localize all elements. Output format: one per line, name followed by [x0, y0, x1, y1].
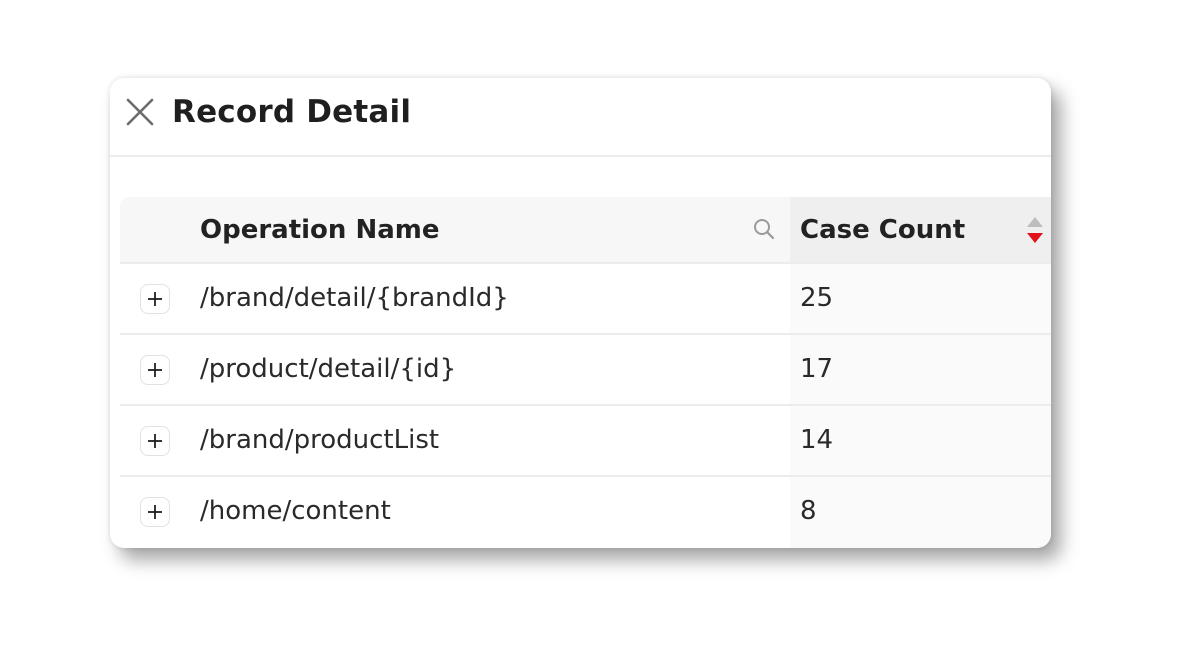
case-count-cell-bg: 17 — [790, 335, 1051, 404]
case-count-cell: 8 — [800, 496, 817, 526]
close-button[interactable] — [124, 96, 156, 128]
case-count-cell: 25 — [800, 283, 834, 313]
close-icon — [126, 98, 154, 126]
column-header-operation-name: Operation Name — [200, 215, 440, 245]
dialog-header: Record Detail — [110, 78, 1051, 157]
plus-icon — [148, 505, 162, 519]
table-header: Operation Name Case Count — [120, 197, 1051, 264]
expand-row-button[interactable] — [140, 284, 170, 314]
case-count-cell-bg: 14 — [790, 406, 1051, 475]
case-count-cell: 14 — [800, 425, 834, 455]
column-header-case-count-label: Case Count — [800, 215, 966, 245]
table-row: /brand/detail/{brandId} 25 — [120, 264, 1051, 335]
case-count-cell-bg: 8 — [790, 477, 1051, 548]
plus-icon — [148, 363, 162, 377]
search-icon — [754, 219, 775, 240]
operations-table: Operation Name Case Count /brand/detail/… — [120, 197, 1051, 548]
sort-caret-icon — [1027, 217, 1043, 243]
operation-name-cell: /product/detail/{id} — [200, 354, 457, 384]
operation-name-cell: /home/content — [200, 496, 391, 526]
record-detail-dialog: Record Detail Operation Name Case Count — [110, 78, 1051, 548]
table-row: /product/detail/{id} 17 — [120, 335, 1051, 406]
case-count-cell: 17 — [800, 354, 834, 384]
expand-row-button[interactable] — [140, 426, 170, 456]
table-row: /brand/productList 14 — [120, 406, 1051, 477]
operation-name-cell: /brand/productList — [200, 425, 440, 455]
table-row: /home/content 8 — [120, 477, 1051, 548]
expand-row-button[interactable] — [140, 497, 170, 527]
operation-name-cell: /brand/detail/{brandId} — [200, 283, 509, 313]
expand-row-button[interactable] — [140, 355, 170, 385]
plus-icon — [148, 292, 162, 306]
dialog-title: Record Detail — [172, 94, 412, 130]
column-search-button[interactable] — [752, 217, 776, 241]
case-count-cell-bg: 25 — [790, 264, 1051, 333]
column-header-case-count[interactable]: Case Count — [790, 197, 1051, 262]
sort-toggle[interactable] — [1026, 216, 1044, 244]
plus-icon — [148, 434, 162, 448]
